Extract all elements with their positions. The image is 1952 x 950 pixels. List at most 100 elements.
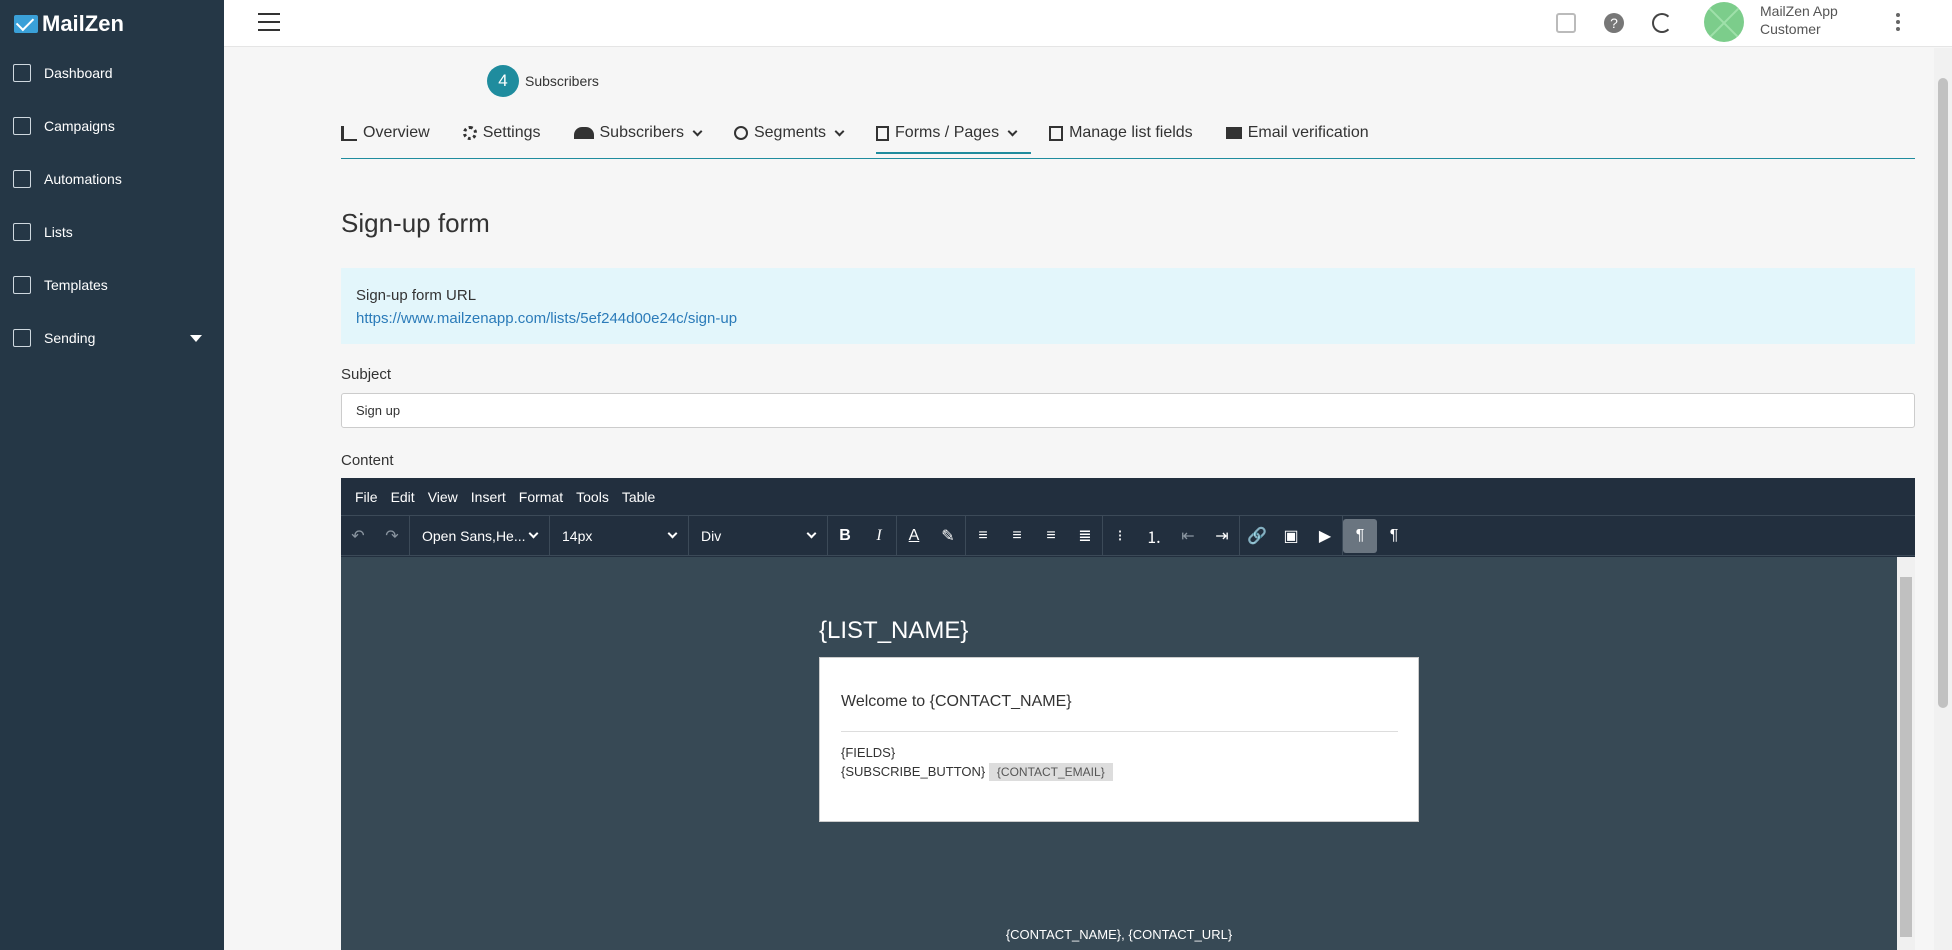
align-center-icon[interactable]: ≡ xyxy=(1000,519,1034,553)
subscriber-count-label: Subscribers xyxy=(525,73,599,89)
block-format-value: Div xyxy=(701,527,722,544)
tab-segments[interactable]: Segments xyxy=(733,124,858,154)
editor-canvas[interactable]: {LIST_NAME} Welcome to {CONTACT_NAME} {F… xyxy=(341,557,1897,950)
subscriber-count-badge: 4 xyxy=(487,65,519,97)
menu-file[interactable]: File xyxy=(355,489,378,505)
signup-url-box: Sign-up form URL https://www.mailzenapp.… xyxy=(341,268,1915,344)
list-icon xyxy=(13,223,31,241)
indent-icon[interactable]: ⇥ xyxy=(1205,519,1239,553)
tab-label: Overview xyxy=(363,124,430,141)
signup-url-link[interactable]: https://www.mailzenapp.com/lists/5ef244d… xyxy=(356,310,737,327)
tab-label: Manage list fields xyxy=(1069,124,1193,141)
link-icon[interactable]: 🔗 xyxy=(1240,519,1274,553)
gift-icon[interactable] xyxy=(1556,13,1576,33)
list-tabs: Overview Settings Subscribers Segments F… xyxy=(341,124,1915,159)
topbar: ? MailZen App Customer xyxy=(224,0,1952,47)
template-icon xyxy=(13,276,31,294)
tab-manage-list-fields[interactable]: Manage list fields xyxy=(1049,124,1208,154)
subscribe-row: {SUBSCRIBE_BUTTON} {CONTACT_EMAIL} xyxy=(841,763,1398,781)
rich-text-editor: File Edit View Insert Format Tools Table… xyxy=(341,478,1915,950)
menu-format[interactable]: Format xyxy=(519,489,563,505)
subject-input[interactable]: Sign up xyxy=(341,393,1915,428)
envelope-icon xyxy=(1225,127,1242,139)
sidebar-item-templates[interactable]: Templates xyxy=(0,265,224,305)
user-name: MailZen App xyxy=(1760,3,1838,19)
page-title: Sign-up form xyxy=(341,208,490,238)
content-label: Content xyxy=(341,452,394,469)
bar-chart-icon xyxy=(341,125,357,141)
tab-forms-pages[interactable]: Forms / Pages xyxy=(876,124,1032,154)
menu-edit[interactable]: Edit xyxy=(391,489,415,505)
sidebar-item-dashboard[interactable]: Dashboard xyxy=(0,53,224,93)
form-icon xyxy=(876,125,890,141)
main-content: 4 Subscribers Overview Settings Subscrib… xyxy=(224,48,1934,950)
segments-icon xyxy=(733,126,748,140)
sidebar-item-campaigns[interactable]: Campaigns xyxy=(0,106,224,146)
tab-email-verification[interactable]: Email verification xyxy=(1225,124,1384,154)
tab-subscribers[interactable]: Subscribers xyxy=(573,124,716,154)
tab-label: Settings xyxy=(482,124,541,141)
font-size-select[interactable]: 14px xyxy=(549,515,688,556)
users-icon xyxy=(573,127,594,139)
editor-toolbar: ↶ ↷ Open Sans,He... 14px Div B I A ✎ ≡ ≡… xyxy=(341,515,1915,556)
undo-icon[interactable]: ↶ xyxy=(341,519,375,553)
tab-label: Segments xyxy=(753,124,827,141)
sidebar-item-label: Campaigns xyxy=(44,118,115,134)
font-family-value: Open Sans,He... xyxy=(422,527,526,544)
welcome-text: Welcome to {CONTACT_NAME} xyxy=(841,693,1398,732)
bold-icon[interactable]: B xyxy=(828,519,862,553)
avatar[interactable] xyxy=(1704,2,1744,42)
gear-icon xyxy=(462,126,477,140)
page-scrollbar[interactable] xyxy=(1934,48,1952,950)
sidebar-item-label: Automations xyxy=(44,171,122,187)
tab-label: Subscribers xyxy=(599,124,684,141)
menu-view[interactable]: View xyxy=(428,489,458,505)
text-color-icon[interactable]: A xyxy=(897,519,931,553)
editor-menubar: File Edit View Insert Format Tools Table xyxy=(341,478,1915,516)
media-icon[interactable]: ▶ xyxy=(1308,519,1342,553)
sidebar-item-label: Templates xyxy=(44,277,108,293)
outdent-icon[interactable]: ⇤ xyxy=(1171,519,1205,553)
chevron-down-icon xyxy=(667,528,678,539)
chevron-down-icon xyxy=(528,528,539,539)
highlight-color-icon[interactable]: ✎ xyxy=(931,519,965,553)
ltr-icon[interactable]: ¶ xyxy=(1343,518,1377,553)
menu-table[interactable]: Table xyxy=(622,489,655,505)
menu-tools[interactable]: Tools xyxy=(576,489,609,505)
tab-settings[interactable]: Settings xyxy=(462,124,556,154)
sidebar-item-label: Dashboard xyxy=(44,65,113,81)
align-left-icon[interactable]: ≡ xyxy=(966,519,1000,553)
subscribe-button-placeholder: {SUBSCRIBE_BUTTON} xyxy=(841,764,986,779)
app-name: MailZen xyxy=(42,11,124,36)
history-icon[interactable] xyxy=(1652,13,1672,33)
more-options-icon[interactable] xyxy=(1896,13,1900,33)
tab-label: Forms / Pages xyxy=(895,124,1000,141)
signup-card: Welcome to {CONTACT_NAME} {FIELDS} {SUBS… xyxy=(819,657,1419,822)
tab-label: Email verification xyxy=(1247,124,1369,141)
redo-icon[interactable]: ↷ xyxy=(375,519,409,553)
italic-icon[interactable]: I xyxy=(862,519,896,553)
editor-scrollbar[interactable] xyxy=(1897,557,1915,950)
contact-email-tag: {CONTACT_EMAIL} xyxy=(988,763,1113,781)
align-justify-icon[interactable]: ≣ xyxy=(1068,519,1102,553)
sidebar-item-automations[interactable]: Automations xyxy=(0,159,224,199)
image-icon[interactable]: ▣ xyxy=(1274,519,1308,553)
user-info[interactable]: MailZen App Customer xyxy=(1760,2,1838,38)
sidebar-item-lists[interactable]: Lists xyxy=(0,212,224,252)
bullet-list-icon[interactable]: ⁝ xyxy=(1103,519,1137,553)
tab-overview[interactable]: Overview xyxy=(341,124,445,154)
rtl-icon[interactable]: ¶ xyxy=(1377,519,1411,553)
sidebar-item-sending[interactable]: Sending xyxy=(0,318,224,358)
align-right-icon[interactable]: ≡ xyxy=(1034,519,1068,553)
block-format-select[interactable]: Div xyxy=(688,515,827,556)
megaphone-icon xyxy=(13,117,31,135)
help-icon[interactable]: ? xyxy=(1604,13,1624,33)
sidebar-item-label: Sending xyxy=(44,330,96,346)
menu-toggle-icon[interactable] xyxy=(258,13,280,31)
table-icon xyxy=(1049,125,1064,141)
envelope-icon xyxy=(14,15,38,33)
app-logo[interactable]: MailZen xyxy=(14,10,124,38)
menu-insert[interactable]: Insert xyxy=(471,489,506,505)
numbered-list-icon[interactable]: ⒈ xyxy=(1137,519,1171,553)
font-family-select[interactable]: Open Sans,He... xyxy=(409,515,549,556)
